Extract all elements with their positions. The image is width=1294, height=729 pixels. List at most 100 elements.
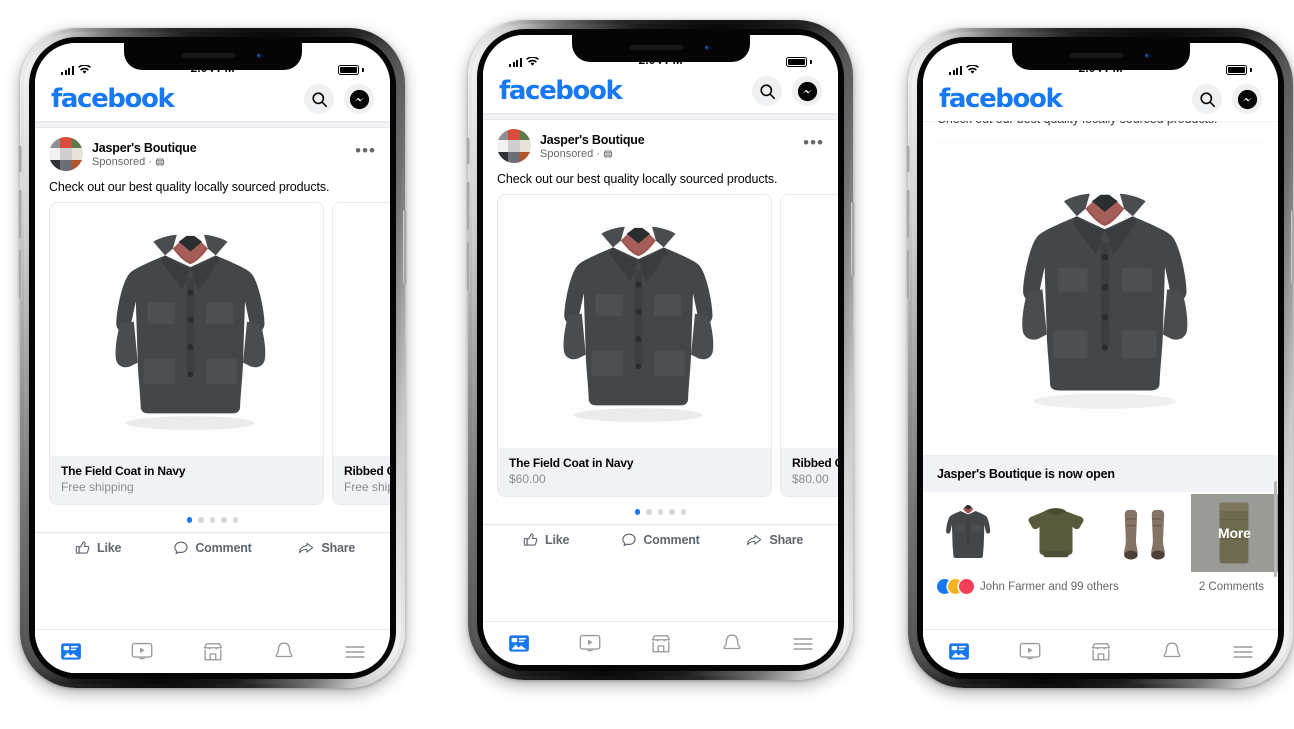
sidebar-item-watch[interactable] [554, 634, 625, 653]
sidebar-item-menu[interactable] [767, 636, 838, 652]
product-thumbnail[interactable] [1101, 494, 1189, 572]
pagination-dot[interactable] [669, 509, 675, 515]
silent-switch[interactable] [906, 146, 910, 172]
bell-icon [1162, 642, 1181, 658]
product-image [498, 195, 771, 448]
news-feed-1[interactable]: Jasper's Boutique Sponsored · ••• Check … [35, 121, 390, 629]
separator: · [148, 155, 152, 168]
hero-product-image[interactable] [937, 140, 1264, 455]
product-thumbnail-strip[interactable]: More [923, 492, 1278, 572]
promo-headline: Jasper's Boutique is now open [923, 455, 1278, 492]
volume-down-button[interactable] [18, 250, 22, 298]
volume-up-button[interactable] [466, 182, 470, 230]
pagination-dot[interactable] [657, 509, 664, 515]
field-coat-thumb-icon [945, 505, 990, 558]
avatar[interactable] [497, 129, 531, 163]
video-play-icon [131, 642, 152, 660]
comment-button[interactable]: Comment [155, 540, 269, 556]
reactions-label[interactable]: John Farmer and 99 others [980, 581, 1119, 593]
product-thumbnail-more[interactable]: More [1190, 494, 1278, 572]
search-button[interactable] [304, 84, 334, 114]
sidebar-item-notifications[interactable] [1136, 641, 1207, 662]
phone-mockup-1: 2:04 PM facebook [18, 28, 407, 688]
comments-count[interactable]: 2 Comments [1199, 581, 1264, 593]
scroll-indicator[interactable] [1274, 481, 1277, 577]
sidebar-item-news-feed[interactable] [35, 642, 106, 661]
post-header: Jasper's Boutique Sponsored · ••• [483, 120, 838, 167]
news-feed-2[interactable]: Jasper's Boutique Sponsored · ••• Check … [483, 113, 838, 621]
power-button[interactable] [851, 202, 855, 276]
share-button[interactable]: Share [718, 532, 832, 548]
pagination-dot[interactable] [634, 509, 641, 515]
volume-down-button[interactable] [466, 242, 470, 290]
product-title: The Field Coat in Navy [61, 464, 186, 478]
messenger-button[interactable] [792, 76, 822, 106]
share-button[interactable]: Share [270, 540, 384, 556]
pagination-dot[interactable] [209, 517, 216, 523]
sidebar-item-notifications[interactable] [696, 633, 767, 654]
product-title: The Field Coat in Navy [509, 456, 634, 470]
carousel-pagination[interactable] [35, 505, 390, 532]
sidebar-item-news-feed[interactable] [923, 642, 994, 661]
share-label: Share [321, 540, 356, 555]
product-card[interactable]: Ribbed Crew Sweater $80.00 [780, 194, 838, 497]
pagination-dot[interactable] [186, 517, 193, 523]
silent-switch[interactable] [466, 138, 470, 164]
page-name[interactable]: Jasper's Boutique [540, 133, 803, 147]
sidebar-item-watch[interactable] [994, 642, 1065, 661]
search-button[interactable] [1192, 84, 1222, 114]
earpiece-speaker [181, 53, 236, 58]
app-header: facebook [923, 79, 1278, 121]
separator: · [596, 147, 600, 160]
product-card[interactable]: The Field Coat in Navy Free shipping [49, 202, 324, 505]
search-button[interactable] [752, 76, 782, 106]
sidebar-item-notifications[interactable] [248, 641, 319, 662]
sidebar-item-marketplace[interactable] [177, 642, 248, 662]
like-button[interactable]: Like [489, 532, 603, 548]
sidebar-item-watch[interactable] [106, 642, 177, 661]
sidebar-item-menu[interactable] [319, 644, 390, 660]
volume-up-button[interactable] [18, 190, 22, 238]
earpiece-speaker [1069, 53, 1124, 58]
field-coat-image [1022, 193, 1188, 409]
facebook-logo[interactable]: facebook [51, 84, 175, 114]
phone-mockup-2: 2:04 PM facebook [466, 20, 855, 680]
product-carousel[interactable]: The Field Coat in Navy Free shipping Rib… [35, 202, 390, 505]
product-card[interactable]: Ribbed Crew Sweater Free shipping [332, 202, 390, 505]
news-feed-3[interactable]: Check out our best quality locally sourc… [923, 121, 1278, 629]
sidebar-item-marketplace[interactable] [625, 634, 696, 654]
carousel-pagination[interactable] [483, 497, 838, 524]
power-button[interactable] [403, 210, 407, 284]
messenger-button[interactable] [344, 84, 374, 114]
sidebar-item-marketplace[interactable] [1065, 642, 1136, 662]
product-thumbnail[interactable] [1012, 494, 1100, 572]
pagination-dot[interactable] [198, 517, 204, 523]
sidebar-item-news-feed[interactable] [483, 634, 554, 653]
product-image [333, 203, 390, 456]
comment-button[interactable]: Comment [603, 532, 717, 548]
hamburger-menu-icon [344, 645, 365, 658]
avatar[interactable] [49, 137, 83, 171]
pagination-dot[interactable] [680, 509, 687, 515]
phone-mockup-3: 2:04 PM facebook [906, 28, 1294, 688]
pagination-dot[interactable] [232, 517, 239, 523]
post-author-block: Jasper's Boutique Sponsored · [92, 141, 355, 168]
more-options-icon[interactable]: ••• [803, 134, 824, 154]
product-thumbnail[interactable] [923, 494, 1011, 572]
messenger-button[interactable] [1232, 84, 1262, 114]
pagination-dot[interactable] [221, 517, 227, 523]
product-image [50, 203, 323, 456]
sidebar-item-menu[interactable] [1207, 644, 1278, 660]
more-options-icon[interactable]: ••• [355, 142, 376, 162]
page-name[interactable]: Jasper's Boutique [92, 141, 355, 155]
product-carousel[interactable]: The Field Coat in Navy $60.00 Ribbed Cre… [483, 194, 838, 497]
silent-switch[interactable] [18, 146, 22, 172]
facebook-logo[interactable]: facebook [939, 84, 1063, 114]
volume-up-button[interactable] [906, 190, 910, 238]
like-button[interactable]: Like [41, 540, 155, 556]
facebook-logo[interactable]: facebook [499, 76, 623, 106]
pagination-dot[interactable] [646, 509, 652, 515]
volume-down-button[interactable] [906, 250, 910, 298]
product-meta: The Field Coat in Navy $60.00 [498, 448, 771, 496]
product-card[interactable]: The Field Coat in Navy $60.00 [497, 194, 772, 497]
